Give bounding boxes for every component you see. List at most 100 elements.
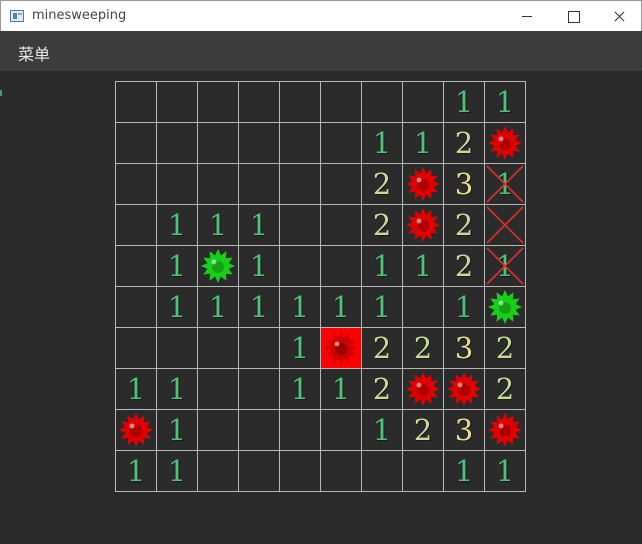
number-cell[interactable]: 1 [485,82,526,123]
number-cell[interactable]: 1 [280,369,321,410]
number-cell[interactable]: 2 [485,369,526,410]
number-cell[interactable]: 3 [444,328,485,369]
empty-cell[interactable] [280,205,321,246]
number-cell[interactable]: 1 [444,451,485,492]
empty-cell[interactable] [157,123,198,164]
empty-cell[interactable] [116,205,157,246]
number-cell[interactable]: 1 [362,246,403,287]
exploded-mine-cell[interactable] [321,328,362,369]
empty-cell[interactable] [239,123,280,164]
empty-cell[interactable] [116,328,157,369]
number-cell[interactable]: 1 [321,287,362,328]
empty-cell[interactable] [321,451,362,492]
number-cell[interactable]: 2 [444,123,485,164]
number-cell[interactable]: 1 [362,123,403,164]
wrong-flag-cell[interactable]: 1 [485,246,526,287]
number-cell[interactable]: 2 [444,246,485,287]
number-cell[interactable]: 1 [116,369,157,410]
mine-cell[interactable] [403,205,444,246]
empty-cell[interactable] [280,164,321,205]
number-cell[interactable]: 1 [198,287,239,328]
flagged-mine-cell[interactable] [198,246,239,287]
empty-cell[interactable] [280,246,321,287]
empty-cell[interactable] [362,451,403,492]
number-cell[interactable]: 1 [239,287,280,328]
empty-cell[interactable] [239,82,280,123]
number-cell[interactable]: 1 [116,451,157,492]
empty-cell[interactable] [239,164,280,205]
empty-cell[interactable] [157,328,198,369]
mine-cell[interactable] [444,369,485,410]
number-cell[interactable]: 1 [157,451,198,492]
empty-cell[interactable] [280,410,321,451]
empty-cell[interactable] [116,123,157,164]
mine-cell[interactable] [485,123,526,164]
empty-cell[interactable] [321,246,362,287]
number-cell[interactable]: 1 [239,246,280,287]
empty-cell[interactable] [321,82,362,123]
empty-cell[interactable] [321,205,362,246]
empty-cell[interactable] [116,164,157,205]
number-cell[interactable]: 1 [157,410,198,451]
number-cell[interactable]: 2 [403,328,444,369]
empty-cell[interactable] [321,123,362,164]
empty-cell[interactable] [198,328,239,369]
number-cell[interactable]: 1 [403,246,444,287]
maximize-button[interactable] [550,1,596,31]
empty-cell[interactable] [157,164,198,205]
number-cell[interactable]: 1 [280,287,321,328]
mine-cell[interactable] [116,410,157,451]
number-cell[interactable]: 2 [362,369,403,410]
number-cell[interactable]: 2 [362,328,403,369]
empty-cell[interactable] [116,287,157,328]
number-cell[interactable]: 2 [485,328,526,369]
number-cell[interactable]: 3 [444,410,485,451]
menu-item-main[interactable]: 菜单 [18,41,50,65]
empty-cell[interactable] [280,451,321,492]
wrong-flag-cell[interactable]: 1 [485,164,526,205]
empty-cell[interactable] [198,164,239,205]
empty-cell[interactable] [198,123,239,164]
wrong-flag-cell[interactable] [485,205,526,246]
number-cell[interactable]: 1 [362,410,403,451]
number-cell[interactable]: 1 [444,82,485,123]
number-cell[interactable]: 2 [362,205,403,246]
empty-cell[interactable] [198,82,239,123]
empty-cell[interactable] [280,123,321,164]
empty-cell[interactable] [116,246,157,287]
number-cell[interactable]: 1 [444,287,485,328]
number-cell[interactable]: 2 [403,410,444,451]
empty-cell[interactable] [198,369,239,410]
number-cell[interactable]: 1 [362,287,403,328]
number-cell[interactable]: 1 [157,287,198,328]
empty-cell[interactable] [403,451,444,492]
empty-cell[interactable] [403,287,444,328]
number-cell[interactable]: 1 [157,205,198,246]
number-cell[interactable]: 1 [485,451,526,492]
empty-cell[interactable] [157,82,198,123]
number-cell[interactable]: 1 [239,205,280,246]
number-cell[interactable]: 1 [157,246,198,287]
empty-cell[interactable] [321,410,362,451]
minimize-button[interactable] [504,1,550,31]
number-cell[interactable]: 1 [198,205,239,246]
empty-cell[interactable] [403,82,444,123]
number-cell[interactable]: 1 [157,369,198,410]
number-cell[interactable]: 1 [403,123,444,164]
mine-cell[interactable] [403,369,444,410]
number-cell[interactable]: 1 [321,369,362,410]
empty-cell[interactable] [239,369,280,410]
empty-cell[interactable] [321,164,362,205]
empty-cell[interactable] [280,82,321,123]
mine-cell[interactable] [485,410,526,451]
number-cell[interactable]: 3 [444,164,485,205]
number-cell[interactable]: 1 [280,328,321,369]
flagged-mine-cell[interactable] [485,287,526,328]
empty-cell[interactable] [116,82,157,123]
empty-cell[interactable] [239,451,280,492]
empty-cell[interactable] [362,82,403,123]
empty-cell[interactable] [198,451,239,492]
number-cell[interactable]: 2 [444,205,485,246]
number-cell[interactable]: 2 [362,164,403,205]
mine-cell[interactable] [403,164,444,205]
